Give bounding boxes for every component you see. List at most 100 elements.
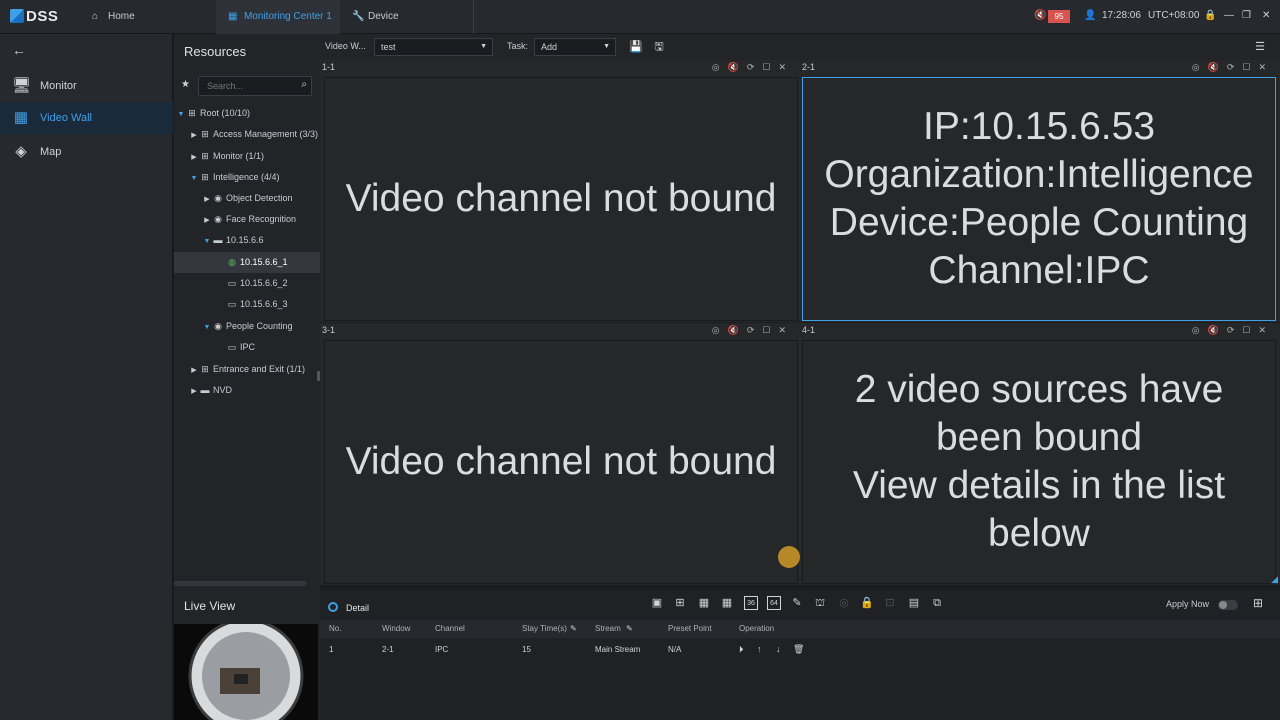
wall-window-1-1[interactable]: 1-1 ◎🔇⟳☐✕ Video channel not bound [320, 60, 800, 322]
apply-now-toggle[interactable] [1218, 600, 1238, 610]
alarm-mute-icon[interactable]: 🔇 [1034, 10, 1046, 21]
list-view-icon[interactable]: ☰ [1253, 40, 1267, 54]
save-icon[interactable]: 💾 [629, 40, 643, 54]
horizontal-scrollbar[interactable] [174, 581, 306, 586]
maximize-icon[interactable]: ☐ [1242, 325, 1258, 335]
minimize-icon[interactable]: — [1224, 10, 1234, 21]
maximize-icon[interactable]: ☐ [762, 325, 778, 335]
schedule-icon[interactable]: ▤ [907, 596, 921, 610]
chevron-right-icon[interactable]: ▶ [189, 147, 199, 167]
nav-monitor[interactable]: 🖥 Monitor [0, 70, 173, 102]
mute-icon[interactable]: 🔇 [728, 62, 747, 72]
user-icon[interactable]: 👤 [1084, 10, 1096, 21]
window-screen[interactable]: Video channel not bound [324, 340, 798, 584]
favorite-star-icon[interactable]: ★ [181, 79, 190, 90]
col-no: No. [329, 624, 342, 633]
maximize-icon[interactable]: ☐ [762, 62, 778, 72]
layout-36-icon[interactable]: 36 [744, 596, 758, 610]
table-settings-icon[interactable]: ⊞ [1253, 596, 1263, 610]
tab-device[interactable]: 🔧 Device [340, 0, 474, 34]
lock-icon[interactable]: 🔒 [860, 596, 874, 610]
delete-icon[interactable]: 🗑 [793, 644, 804, 655]
play-icon[interactable]: ⏵ [739, 644, 744, 655]
chevron-down-icon[interactable]: ▼ [202, 231, 212, 251]
tree-node-channel-3[interactable]: ▭ 10.15.6.6_3 [174, 294, 320, 315]
cell-stream[interactable]: Main Stream [595, 645, 640, 654]
layout-1-icon[interactable]: ▣ [650, 596, 664, 610]
refresh-icon[interactable]: ⟳ [747, 62, 763, 72]
pencil-icon[interactable]: ✎ [570, 624, 577, 633]
mute-icon[interactable]: 🔇 [1208, 62, 1227, 72]
tree-node-root[interactable]: ▼ ⊞ Root (10/10) [174, 103, 320, 124]
task-select[interactable]: Add ▼ [534, 38, 616, 56]
nav-map[interactable]: ◈ Map [0, 136, 173, 168]
record-icon[interactable]: ◎ [1192, 62, 1208, 72]
tab-home[interactable]: ⌂ Home [80, 0, 216, 34]
close-icon[interactable]: ✕ [1262, 10, 1270, 21]
screen-settings-icon[interactable]: ⧉ [930, 596, 944, 610]
search-icon[interactable]: ⌕ [301, 79, 307, 90]
live-view-video[interactable] [174, 624, 318, 720]
tab-monitoring-center[interactable]: ▦ Monitoring Center 1 [216, 0, 340, 34]
record-icon[interactable]: ◎ [712, 62, 728, 72]
layout-16-icon[interactable]: ▦ [720, 596, 734, 610]
chevron-right-icon[interactable]: ▶ [189, 360, 199, 380]
tree-node-object-detection[interactable]: ▶ ◉ Object Detection [174, 188, 320, 209]
chevron-down-icon[interactable]: ▼ [189, 168, 199, 188]
lock-icon[interactable]: 🔒 [1204, 10, 1216, 21]
wall-window-4-1[interactable]: 4-1 ◎🔇⟳☐✕ 2 video sources have been boun… [800, 323, 1280, 585]
pencil-icon[interactable]: ✎ [626, 624, 633, 633]
mute-icon[interactable]: 🔇 [728, 325, 747, 335]
mute-icon[interactable]: 🔇 [1208, 325, 1227, 335]
layout-64-icon[interactable]: 64 [767, 596, 781, 610]
search-input[interactable] [199, 77, 289, 95]
tree-node-10-15-6-6[interactable]: ▼ ▬ 10.15.6.6 [174, 230, 320, 251]
move-up-icon[interactable]: ↑ [757, 644, 762, 654]
restore-icon[interactable]: ❐ [1242, 10, 1251, 21]
save-as-icon[interactable]: 🖫 [652, 40, 666, 54]
split-icon[interactable]: ⛫ [813, 596, 827, 610]
chevron-right-icon[interactable]: ▶ [189, 125, 199, 145]
window-screen[interactable]: IP:10.15.6.53 Organization:Intelligence … [802, 77, 1276, 321]
tree-node-channel-1[interactable]: ◍ 10.15.6.6_1 [174, 252, 320, 273]
chevron-down-icon[interactable]: ▼ [176, 104, 186, 124]
tree-node-face-recognition[interactable]: ▶ ◉ Face Recognition [174, 209, 320, 230]
edit-layout-icon[interactable]: ✎ [790, 596, 804, 610]
record-icon[interactable]: ◎ [712, 325, 728, 335]
maximize-icon[interactable]: ☐ [1242, 62, 1258, 72]
close-icon[interactable]: ✕ [1258, 62, 1274, 72]
chevron-right-icon[interactable]: ▶ [202, 210, 212, 230]
close-icon[interactable]: ✕ [778, 325, 794, 335]
chevron-right-icon[interactable]: ▶ [189, 381, 199, 401]
cell-stay-time[interactable]: 15 [522, 645, 531, 654]
layout-4-icon[interactable]: ⊞ [673, 596, 687, 610]
tree-node-ipc[interactable]: ▭ IPC [174, 337, 320, 358]
tree-node-access-management[interactable]: ▶ ⊞ Access Management (3/3) [174, 124, 320, 145]
refresh-icon[interactable]: ⟳ [747, 325, 763, 335]
tab-detail[interactable]: Detail [328, 602, 369, 613]
close-icon[interactable]: ✕ [1258, 325, 1274, 335]
layout-9-icon[interactable]: ▦ [697, 596, 711, 610]
tree-node-intelligence[interactable]: ▼ ⊞ Intelligence (4/4) [174, 167, 320, 188]
nav-video-wall[interactable]: ▦ Video Wall [0, 102, 173, 134]
arrow-left-icon[interactable]: ← [12, 42, 26, 58]
wall-window-3-1[interactable]: 3-1 ◎🔇⟳☐✕ Video channel not bound [320, 323, 800, 585]
window-screen[interactable]: Video channel not bound [324, 77, 798, 321]
tree-node-entrance-exit[interactable]: ▶ ⊞ Entrance and Exit (1/1) [174, 359, 320, 380]
video-wall-select[interactable]: test ▼ [374, 38, 493, 56]
tree-node-people-counting[interactable]: ▼ ◉ People Counting [174, 316, 320, 337]
refresh-icon[interactable]: ⟳ [1227, 62, 1243, 72]
tree-node-channel-2[interactable]: ▭ 10.15.6.6_2 [174, 273, 320, 294]
refresh-icon[interactable]: ⟳ [1227, 325, 1243, 335]
window-screen[interactable]: 2 video sources have been bound View det… [802, 340, 1276, 584]
close-icon[interactable]: ✕ [778, 62, 794, 72]
tree-node-monitor[interactable]: ▶ ⊞ Monitor (1/1) [174, 146, 320, 167]
chevron-right-icon[interactable]: ▶ [202, 189, 212, 209]
move-down-icon[interactable]: ↓ [776, 644, 781, 654]
tree-node-nvd[interactable]: ▶ ▬ NVD [174, 380, 320, 401]
record-icon[interactable]: ◎ [1192, 325, 1208, 335]
chevron-down-icon[interactable]: ▼ [202, 317, 212, 337]
wall-window-2-1[interactable]: 2-1 ◎🔇⟳☐✕ IP:10.15.6.53 Organization:Int… [800, 60, 1280, 322]
resize-handle-icon[interactable]: ◢ [1271, 574, 1278, 585]
alarm-count-badge[interactable]: 95 [1048, 10, 1070, 23]
